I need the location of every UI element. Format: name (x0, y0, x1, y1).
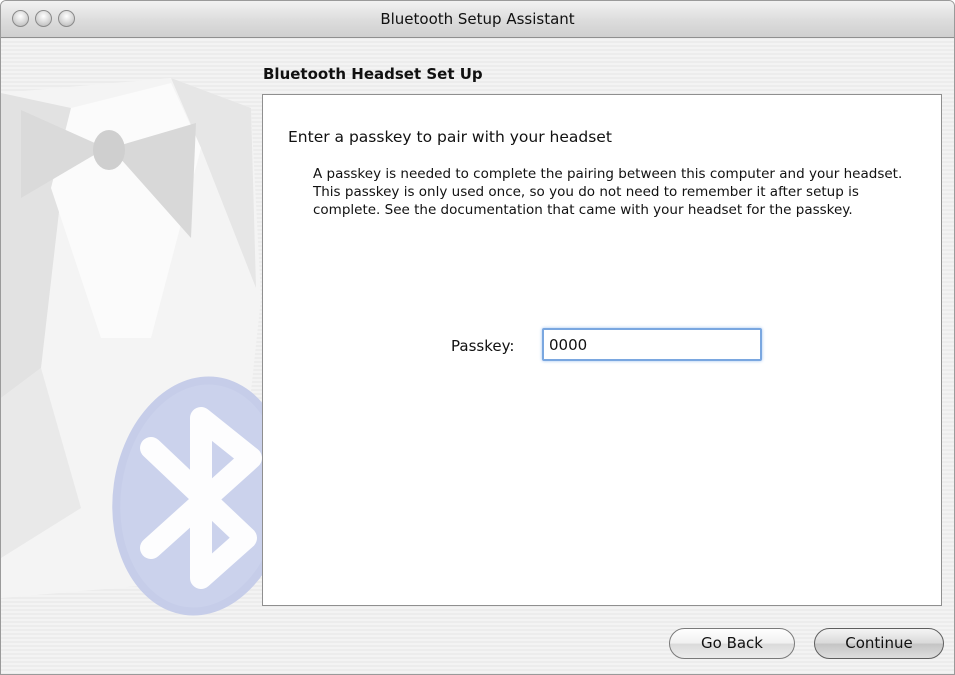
instruction-heading: Enter a passkey to pair with your headse… (288, 128, 612, 146)
setup-assistant-window: Bluetooth Setup Assistant Bluetooth Head… (0, 0, 955, 675)
continue-button[interactable]: Continue (814, 628, 944, 659)
passkey-label: Passkey: (451, 337, 515, 355)
passkey-input[interactable] (542, 328, 762, 361)
title-bar[interactable]: Bluetooth Setup Assistant (1, 1, 954, 38)
section-title: Bluetooth Headset Set Up (263, 65, 483, 83)
go-back-button[interactable]: Go Back (669, 628, 795, 659)
tuxedo-bluetooth-icon (1, 78, 290, 616)
instruction-description: A passkey is needed to complete the pair… (313, 166, 903, 218)
window-title: Bluetooth Setup Assistant (380, 10, 575, 28)
